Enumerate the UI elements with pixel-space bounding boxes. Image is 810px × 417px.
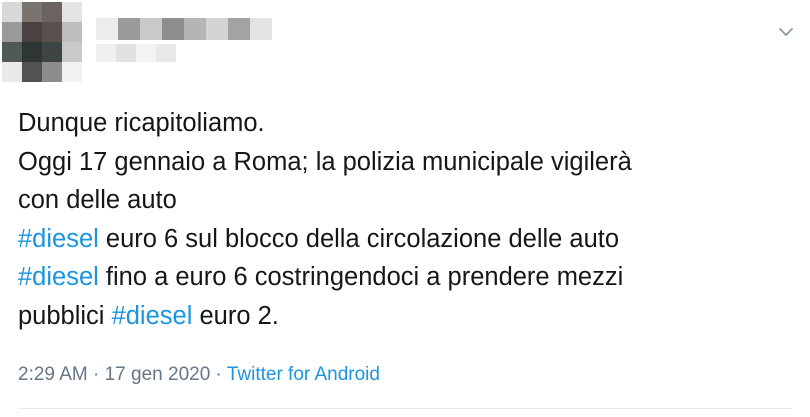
chevron-down-icon [779,27,793,36]
tweet-text: Dunque ricapitoliamo. Oggi 17 gennaio a R… [18,104,798,335]
tweet-source-link[interactable]: Twitter for Android [227,364,380,385]
tweet-text-segment: Dunque ricapitoliamo. [18,109,265,137]
tweet-text-line: con delle auto [18,181,798,220]
tweet-menu-button[interactable] [776,22,796,42]
tweet-time[interactable]: 2:29 AM [18,364,88,385]
tweet-text-line: pubblici #diesel euro 2. [18,297,798,336]
tweet-metadata: 2:29 AM · 17 gen 2020 · Twitter for Andr… [18,364,380,386]
tweet-text-line: #diesel fino a euro 6 costringendoci a p… [18,258,798,297]
tweet-text-line: Dunque ricapitoliamo. [18,104,798,143]
tweet-text-segment: euro 2. [192,301,279,330]
tweet-text-segment: pubblici [18,301,112,330]
hashtag-link[interactable]: #diesel [112,302,193,330]
tweet-text-segment: con delle auto [18,186,177,214]
tweet-text-line: #diesel euro 6 sul blocco della circolaz… [18,220,798,259]
tweet-text-segment: Oggi 17 gennaio a Roma; la polizia munic… [18,147,632,176]
user-handle[interactable] [96,44,176,62]
tweet-text-segment: euro 6 sul blocco della circolazione del… [98,224,620,253]
tweet-date[interactable]: 17 gen 2020 [105,364,211,385]
meta-separator: · [210,364,227,385]
tweet-text-line: Oggi 17 gennaio a Roma; la polizia munic… [18,143,798,182]
hashtag-link[interactable]: #diesel [18,225,99,253]
avatar[interactable] [2,2,82,82]
tweet-card: Dunque ricapitoliamo. Oggi 17 gennaio a R… [0,0,810,417]
meta-separator: · [87,364,105,385]
tweet-text-segment: fino a euro 6 costringendoci a prendere … [98,263,624,291]
hashtag-link[interactable]: #diesel [18,263,99,291]
divider [18,408,792,409]
user-display-name[interactable] [96,18,272,40]
